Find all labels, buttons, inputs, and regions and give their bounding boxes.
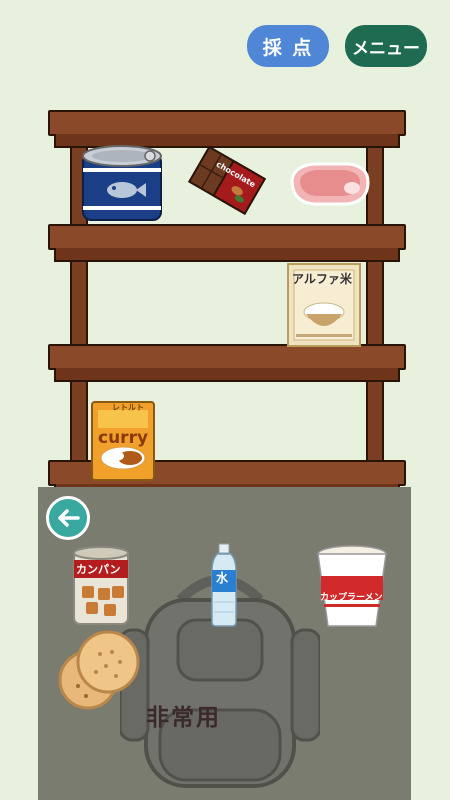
water-bottle-label: 水: [216, 571, 229, 585]
retort-curry-top-label: レトルト: [112, 403, 144, 412]
cup-noodle-item[interactable]: [314, 544, 390, 630]
canned-fish-item[interactable]: [80, 140, 166, 226]
menu-button[interactable]: メニュー: [345, 25, 427, 67]
meat-item[interactable]: [286, 158, 374, 210]
kanpan-can-item[interactable]: [72, 544, 130, 626]
backpack-label: 非常用: [146, 705, 221, 731]
shelf-board-1-front: [54, 248, 400, 262]
cup-noodle-label: カップラーメン: [320, 593, 383, 603]
shelf-board-top: [48, 110, 406, 136]
score-button[interactable]: 採 点: [247, 25, 329, 67]
alpha-rice-label: アルファ米: [292, 272, 352, 286]
shelf-board-1: [48, 224, 406, 250]
back-button[interactable]: [46, 496, 90, 540]
crackers-item[interactable]: [56, 628, 140, 712]
kanpan-can-label: カンパン: [76, 563, 121, 576]
shelf-board-2-front: [54, 368, 400, 382]
retort-curry-label: curry: [98, 428, 149, 448]
arrow-left-icon: [58, 509, 80, 527]
